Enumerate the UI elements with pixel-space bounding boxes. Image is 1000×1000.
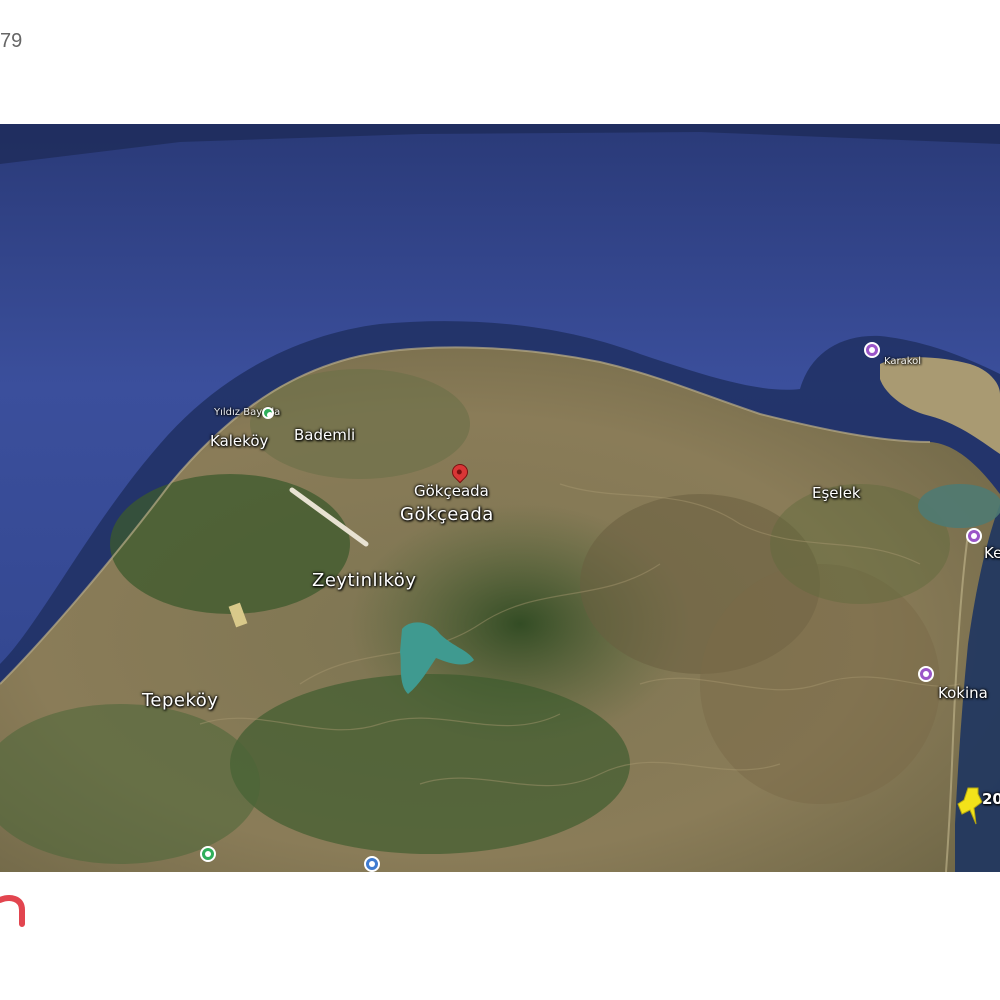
brand-logo-icon	[0, 895, 25, 927]
poi-icon[interactable]	[200, 846, 216, 862]
place-label-gokceada-pin: Gökçeada	[414, 482, 489, 500]
salt-lake	[918, 484, 1000, 528]
place-label-kokina: Kokina	[938, 684, 988, 702]
poi-icon[interactable]	[966, 528, 982, 544]
place-label-karakol: Karakol	[884, 356, 922, 367]
place-label-tepekoy: Tepeköy	[142, 690, 219, 711]
poi-icon[interactable]	[918, 666, 934, 682]
poi-icon[interactable]	[864, 342, 880, 358]
poi-icon[interactable]	[364, 856, 380, 872]
place-label-bademli: Bademli	[294, 426, 356, 444]
place-label-ke: Ke	[984, 544, 1000, 562]
place-label-zeytinlikoy: Zeytinliköy	[312, 570, 417, 591]
poi-icon[interactable]	[262, 407, 274, 419]
place-label-eselek: Eşelek	[812, 484, 861, 502]
marker-label: 20	[982, 790, 1000, 808]
place-label-kalekoy: Kaleköy	[210, 432, 269, 450]
place-label-gokceada: Gökçeada	[400, 504, 494, 525]
listing-number: 79	[0, 30, 23, 52]
satellite-map[interactable]: Yıldız Bay Pla Kaleköy Bademli Gökçeada …	[0, 124, 1000, 872]
